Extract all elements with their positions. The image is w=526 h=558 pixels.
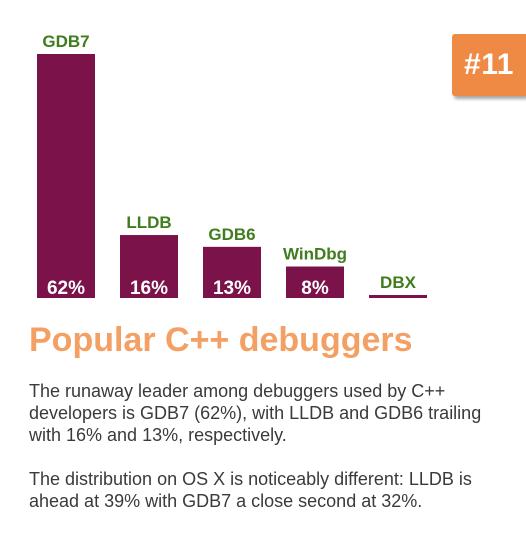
category-label-dbx: DBX [380, 273, 417, 292]
value-label-windbg: 8% [301, 278, 329, 299]
value-label-gdb6: 13% [213, 278, 251, 299]
rank-badge: #11 [452, 34, 526, 96]
page-title: Popular C++ debuggers [29, 321, 413, 359]
category-label-gdb7: GDB7 [42, 32, 89, 51]
summary-paragraph: The runaway leader among debuggers used … [29, 381, 482, 445]
bar-chart: GDB7 62% LLDB 16% GDB6 13% WinDbg 8% DBX [37, 32, 427, 299]
bar-gdb7 [37, 54, 95, 298]
rank-badge-text: #11 [464, 48, 514, 81]
category-label-lldb: LLDB [126, 213, 171, 232]
value-label-gdb7: 62% [47, 278, 85, 299]
bar-dbx [369, 295, 427, 298]
value-label-lldb: 16% [130, 278, 168, 299]
category-label-windbg: WinDbg [283, 245, 347, 264]
osx-paragraph: The distribution on OS X is noticeably d… [29, 469, 472, 511]
category-label-gdb6: GDB6 [208, 225, 255, 244]
